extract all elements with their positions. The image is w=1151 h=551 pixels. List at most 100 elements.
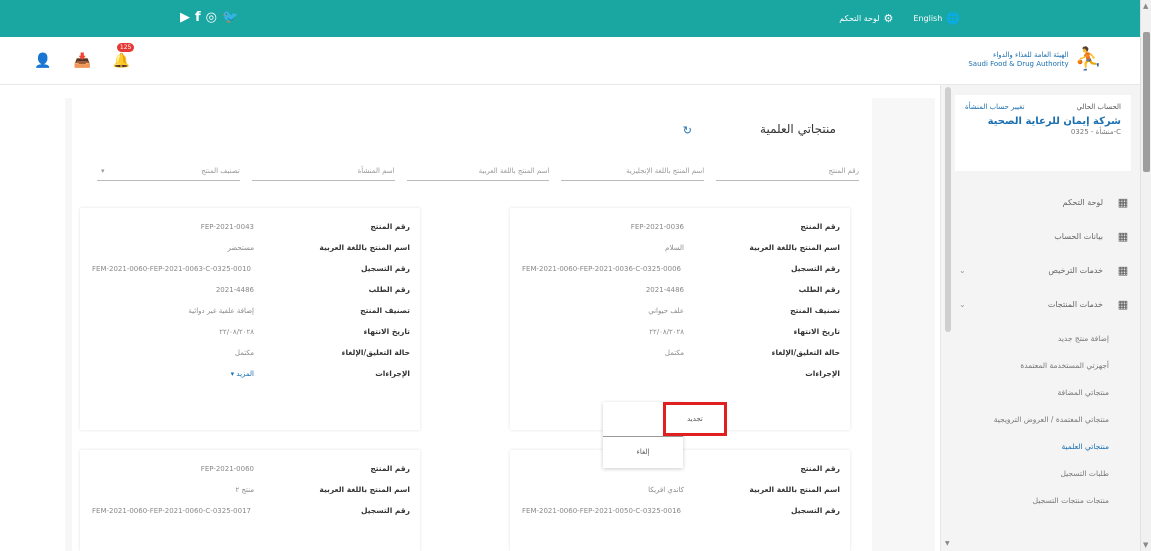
user-icon[interactable]: 👤 xyxy=(34,53,51,69)
label-actions: الإجراءات xyxy=(375,369,410,378)
sidebar-item-products[interactable]: ⌄ خدمات المنتجات ▦ xyxy=(955,287,1131,321)
refresh-icon[interactable]: ↻ xyxy=(683,124,692,137)
name-ar-value: منتج ٢ xyxy=(235,485,254,494)
logo-mark-icon: ⛹ xyxy=(1074,47,1102,72)
settings-label: لوحة التحكم xyxy=(839,14,880,23)
submenu-item[interactable]: إضافة منتج جديد xyxy=(955,325,1131,352)
label-name-ar: اسم المنتج باللغة العربية xyxy=(319,243,410,252)
sidebar-item-account-data[interactable]: بيانات الحساب ▦ xyxy=(955,219,1131,253)
request-no-value: 2021-4486 xyxy=(215,285,254,294)
label-name-ar: اسم المنتج باللغة العربية xyxy=(749,485,840,494)
filter-classification[interactable]: تصنيف المنتج ▾ xyxy=(97,163,240,181)
label-product-no: رقم المنتج xyxy=(370,222,410,231)
scrollbar-thumb[interactable] xyxy=(1143,32,1150,172)
name-ar-value: السلام xyxy=(665,243,684,252)
label-expiry-date: تاريخ الانتهاء xyxy=(363,327,410,336)
label-status: حالة التعليق/الإلغاء xyxy=(341,348,410,357)
scroll-down-arrow-icon[interactable]: ▼ xyxy=(1143,541,1148,549)
classification-value: علف حيواني xyxy=(648,306,684,315)
sidebar-item-label: خدمات المنتجات xyxy=(1047,299,1103,309)
products-submenu: إضافة منتج جديد أجهزتي المستخدمة المعتمد… xyxy=(955,325,1131,514)
globe-icon: 🌐 xyxy=(946,12,960,25)
filter-name-en[interactable]: اسم المنتج باللغة الإنجليزية xyxy=(561,163,705,181)
dropdown-item-cancel[interactable]: إلغاء xyxy=(603,437,683,467)
chevron-down-icon: ⌄ xyxy=(959,265,966,275)
label-status: حالة التعليق/الإلغاء xyxy=(771,348,840,357)
social-links: ▶ f ◎ 🐦 xyxy=(180,10,238,26)
sidebar-item-licensing[interactable]: ⌄ خدمات الترخيص ▦ xyxy=(955,253,1131,287)
filter-name-ar[interactable]: اسم المنتج باللغة العربية xyxy=(406,163,550,181)
logo-text-en: Saudi Food & Drug Authority xyxy=(968,59,1069,68)
request-no-value: 2021-4486 xyxy=(645,285,684,294)
sidebar-item-dashboard[interactable]: لوحة التحكم ▦ xyxy=(955,185,1131,219)
label-name-ar: اسم المنتج باللغة العربية xyxy=(319,485,410,494)
submenu-item[interactable]: أجهزتي المستخدمة المعتمدة xyxy=(955,352,1131,379)
scroll-up-arrow-icon[interactable]: ▲ xyxy=(1143,2,1148,10)
name-ar-value: كاندي افريكا xyxy=(648,485,684,494)
label-registration-no: رقم التسجيل xyxy=(791,264,840,273)
dropdown-item-renew[interactable]: تجديد xyxy=(663,402,727,436)
label-actions: الإجراءات xyxy=(805,369,840,378)
sfda-logo[interactable]: الهيئة العامة للغذاء والدواء Saudi Food … xyxy=(968,47,1102,72)
submenu-item[interactable]: منتجاتي المعتمدة / العروض الترويجية xyxy=(955,406,1131,433)
instagram-icon[interactable]: ◎ xyxy=(206,10,217,26)
notification-icon[interactable]: 🔔 125 xyxy=(113,43,135,69)
filter-bar: رقم المنتج اسم المنتج باللغة الإنجليزية … xyxy=(97,163,859,181)
chevron-down-icon: ▾ xyxy=(101,167,105,175)
sidebar-item-label: لوحة التحكم xyxy=(1062,197,1103,207)
submenu-item[interactable]: منتجات منتجات التسجيل xyxy=(955,487,1131,514)
header-icons: 👤 📥 🔔 125 xyxy=(34,43,135,69)
sidebar-item-label: بيانات الحساب xyxy=(1054,231,1103,241)
account-label: الحساب الحالي xyxy=(1076,103,1122,111)
settings-link[interactable]: لوحة التحكم ⚙ xyxy=(839,12,893,25)
top-actions: لوحة التحكم ⚙ English 🌐 xyxy=(839,12,960,25)
filter-label: رقم المنتج xyxy=(828,167,859,175)
account-card: تغيير حساب المنشأة الحساب الحالي شركة إي… xyxy=(955,95,1131,171)
submenu-item[interactable]: طلبات التسجيل xyxy=(955,460,1131,487)
grid-icon: ▦ xyxy=(1117,195,1129,209)
youtube-icon[interactable]: ▶ xyxy=(180,10,190,26)
app-header: 👤 📥 🔔 125 الهيئة العامة للغذاء والدواء S… xyxy=(0,37,1140,85)
registration-no-value: FEM-2021-0060-FEP-2021-0050-C-0325-0016 xyxy=(522,506,681,515)
scroll-down-arrow-icon[interactable]: ▼ xyxy=(945,540,950,547)
product-no-value: FEP-2021-0060 xyxy=(200,464,254,473)
name-ar-value: مستحضر xyxy=(227,243,254,252)
inbox-icon[interactable]: 📥 xyxy=(73,53,90,69)
facebook-icon[interactable]: f xyxy=(195,10,201,26)
language-switch[interactable]: English 🌐 xyxy=(913,12,960,25)
sidebar: تغيير حساب المنشأة الحساب الحالي شركة إي… xyxy=(940,85,1140,551)
switch-account-link[interactable]: تغيير حساب المنشأة xyxy=(965,103,1024,111)
product-no-value: FEP-2021-0036 xyxy=(630,222,684,231)
sidebar-item-label: خدمات الترخيص xyxy=(1048,265,1103,275)
top-bar: ▶ f ◎ 🐦 لوحة التحكم ⚙ English 🌐 xyxy=(0,0,1140,37)
label-product-no: رقم المنتج xyxy=(800,464,840,473)
grid-icon: ▦ xyxy=(1117,297,1129,311)
more-actions-link[interactable]: ▾ المزيد xyxy=(90,370,290,378)
label-request-no: رقم الطلب xyxy=(798,285,840,294)
chevron-down-icon: ⌄ xyxy=(959,299,966,309)
filter-facility[interactable]: اسم المنشأة xyxy=(251,163,395,181)
notification-badge: 125 xyxy=(116,43,135,52)
product-card: رقم المنتج FEP-2021-0036 اسم المنتج باللغ… xyxy=(510,208,850,430)
label-classification: تصنيف المنتج xyxy=(790,306,840,315)
language-label: English xyxy=(913,14,943,23)
filter-label: اسم المنتج باللغة العربية xyxy=(478,167,550,175)
sidebar-scrollbar[interactable] xyxy=(945,87,951,332)
label-product-no: رقم المنتج xyxy=(800,222,840,231)
page-title: منتجاتي العلمية xyxy=(760,122,836,136)
status-value: مكتمل xyxy=(234,348,254,357)
org-name: شركة إيمان للرعاية الصحية xyxy=(987,116,1121,127)
expiry-date-value: ٢٢/٠٨/٢٠٢٨ xyxy=(219,327,254,336)
label-expiry-date: تاريخ الانتهاء xyxy=(793,327,840,336)
logo-text-ar: الهيئة العامة للغذاء والدواء xyxy=(993,50,1069,59)
product-card: رقم المنتج FEP-2021-0043 اسم المنتج باللغ… xyxy=(80,208,420,430)
registration-no-value: FEM-2021-0060-FEP-2021-0036-C-0325-0006 xyxy=(522,264,681,273)
org-sub: منشأة - 0325-C xyxy=(1070,128,1121,136)
submenu-item[interactable]: منتجاتي المضافة xyxy=(955,379,1131,406)
sidebar-menu: لوحة التحكم ▦ بيانات الحساب ▦ ⌄ خدمات الترخ… xyxy=(955,185,1131,321)
filter-product-no[interactable]: رقم المنتج xyxy=(716,163,859,181)
window-scrollbar[interactable]: ▲ ▼ xyxy=(1140,0,1151,551)
twitter-icon[interactable]: 🐦 xyxy=(222,10,238,26)
submenu-item-active[interactable]: منتجاتي العلمية xyxy=(955,433,1131,460)
registration-no-value: FEM-2021-0060-FEP-2021-0063-C-0325-0010 xyxy=(92,264,251,273)
